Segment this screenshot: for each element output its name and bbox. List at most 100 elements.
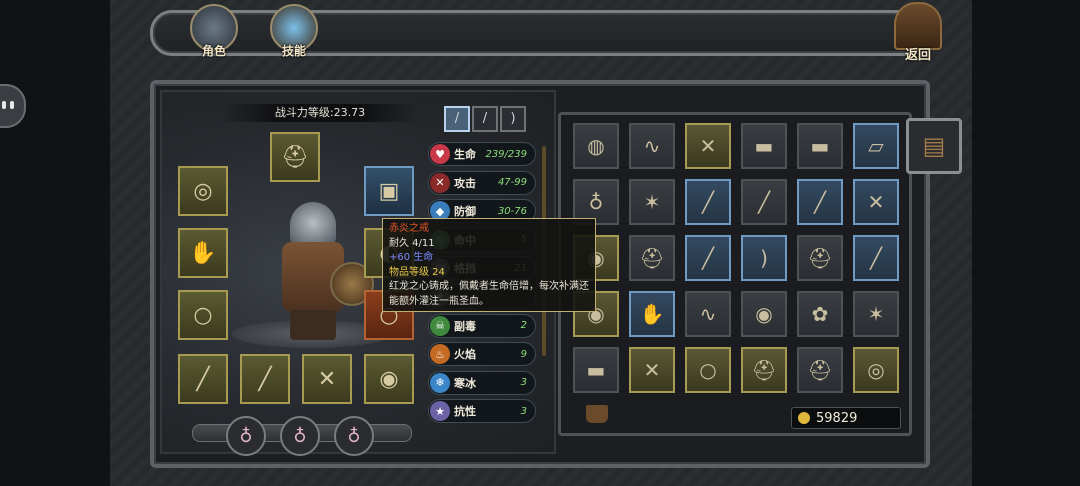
inventory-cell[interactable]: ✶ xyxy=(853,291,899,337)
stat-row: ✕ 攻击 47-99 xyxy=(428,170,536,195)
tooltip-item-level: 物品等级 24 xyxy=(389,266,445,278)
spear-icon: ╱ xyxy=(258,366,272,392)
mace-icon: ╱ xyxy=(196,366,210,392)
potion-icon: ♁ xyxy=(239,425,253,447)
backpack-tab[interactable]: ▤ xyxy=(906,118,962,174)
potion-icon: ♁ xyxy=(588,190,604,214)
stat-name: 防御 xyxy=(454,205,476,219)
inventory-cell[interactable]: ⛑ xyxy=(741,347,787,393)
stat-name: 火焰 xyxy=(454,348,476,362)
meat-icon: ▬ xyxy=(754,134,774,158)
gold-counter: 59829 xyxy=(791,407,901,429)
bow-tab-icon[interactable]: ) xyxy=(500,106,526,132)
inventory-cell[interactable]: ⛑ xyxy=(797,347,843,393)
stat-row: ♥ 生命 239/239 xyxy=(428,142,536,166)
armor-icon: ▣ xyxy=(378,178,400,204)
round-shield-icon: ◉ xyxy=(379,366,399,392)
crossbow-icon: ✕ xyxy=(643,358,661,382)
tooltip-durability: 耐久 4/11 xyxy=(389,237,435,249)
inventory-cell[interactable]: ╱ xyxy=(685,179,731,225)
inventory-cell[interactable]: ○ xyxy=(685,347,731,393)
tooltip-item-name: 赤炎之戒 xyxy=(389,223,429,234)
gloves-slot[interactable]: ✋ xyxy=(178,228,228,278)
inventory-cell[interactable]: ✕ xyxy=(629,347,675,393)
weapon-set-tabs: / /) xyxy=(444,106,528,132)
inventory-cell[interactable]: ✶ xyxy=(629,179,675,225)
sword-icon: ╱ xyxy=(757,190,771,214)
inventory-cell[interactable]: ╱ xyxy=(741,179,787,225)
item-tooltip: 赤炎之戒 耐久 4/11 +60 生命 物品等级 24 红龙之心铸成，佩戴者生命… xyxy=(382,218,596,312)
pouch-icon: ◍ xyxy=(587,134,605,158)
inventory-cell[interactable]: ✕ xyxy=(685,123,731,169)
potion-icon: ♁ xyxy=(293,425,307,447)
amulet-icon: ◎ xyxy=(867,358,885,382)
spear-icon: ╱ xyxy=(701,246,715,270)
crossbow-icon: ✕ xyxy=(317,366,337,392)
inventory-cell[interactable]: ∿ xyxy=(629,123,675,169)
combat-power-label: 战斗力等级:23.73 xyxy=(220,104,420,122)
stat-value: 239/239 xyxy=(485,148,527,160)
inventory-cell[interactable]: ⛑ xyxy=(797,235,843,281)
helmet-slot[interactable]: ⛑ xyxy=(270,132,320,182)
spear-tab-icon[interactable]: / xyxy=(472,106,498,132)
inventory-cell[interactable]: ▬ xyxy=(741,123,787,169)
inventory-cell[interactable]: ╱ xyxy=(685,235,731,281)
potion-slot-2[interactable]: ♁ xyxy=(280,416,320,456)
crossed-swords-icon: ✕ xyxy=(430,172,450,193)
stat-name: 生命 xyxy=(454,148,476,161)
stat-name: 副毒 xyxy=(454,319,476,333)
sword-icon: ╱ xyxy=(701,190,715,214)
inventory-cell[interactable]: ╱ xyxy=(797,179,843,225)
stat-row: ♨ 火焰 9 xyxy=(428,342,536,367)
armor-slot[interactable]: ▣ xyxy=(364,166,414,216)
inventory-cell[interactable]: ✋ xyxy=(629,291,675,337)
amulet-icon: ◎ xyxy=(193,178,213,204)
meat-icon: ▬ xyxy=(586,358,606,382)
pelt-icon: ✶ xyxy=(643,190,661,214)
shield-slot[interactable]: ◉ xyxy=(364,354,414,404)
inventory-cell[interactable]: ✿ xyxy=(797,291,843,337)
stat-row: ★ 抗性 3 xyxy=(428,399,536,424)
inventory-cell[interactable]: ✕ xyxy=(853,179,899,225)
inventory-cell[interactable]: ▬ xyxy=(797,123,843,169)
inventory-cell[interactable]: ) xyxy=(741,235,787,281)
inventory-cell[interactable]: ▬ xyxy=(573,347,619,393)
role-button[interactable]: 角色 xyxy=(186,4,242,60)
potion-slot-3[interactable]: ♁ xyxy=(334,416,374,456)
horn-icon: ∿ xyxy=(699,302,717,326)
sword-tab-icon[interactable]: / xyxy=(444,106,470,132)
stat-value: 30-76 xyxy=(497,205,527,217)
crossbow-icon: ✕ xyxy=(699,134,717,158)
star-icon: ★ xyxy=(430,401,450,422)
helmet-icon: ⛑ xyxy=(807,246,833,270)
inventory-cell[interactable]: ▱ xyxy=(853,123,899,169)
mace-slot[interactable]: ╱ xyxy=(178,354,228,404)
pickaxe-icon: ✕ xyxy=(867,190,885,214)
amulet-slot[interactable]: ◎ xyxy=(178,166,228,216)
gold-amount: 59829 xyxy=(816,410,858,426)
crossbow-slot[interactable]: ✕ xyxy=(302,354,352,404)
bow-icon: ) xyxy=(760,246,768,270)
inventory-cell[interactable]: ╱ xyxy=(853,235,899,281)
inventory-cell[interactable]: ◉ xyxy=(741,291,787,337)
floating-assist-button[interactable] xyxy=(0,84,26,128)
stat-name: 寒冰 xyxy=(454,376,476,390)
inventory-cell[interactable]: ∿ xyxy=(685,291,731,337)
skill-button[interactable]: 技能 xyxy=(266,4,322,60)
potion-slot-1[interactable]: ♁ xyxy=(226,416,266,456)
spear-slot[interactable]: ╱ xyxy=(240,354,290,404)
stat-row: ☠ 副毒 2 xyxy=(428,313,536,338)
stat-value: 2 xyxy=(520,320,527,332)
back-button[interactable]: 返回 xyxy=(888,2,948,68)
door-icon xyxy=(894,2,942,50)
ring-slot[interactable]: ○ xyxy=(178,290,228,340)
raw-meat-icon: ✿ xyxy=(811,302,829,326)
inventory-cell[interactable]: ⛑ xyxy=(629,235,675,281)
stat-name: 攻击 xyxy=(454,176,476,190)
poison-icon: ☠ xyxy=(430,315,450,336)
inventory-cell[interactable]: ◍ xyxy=(573,123,619,169)
stat-row: ❄ 寒冰 3 xyxy=(428,370,536,395)
pelt-icon: ✶ xyxy=(867,302,885,326)
stat-value: 9 xyxy=(520,348,527,360)
inventory-cell[interactable]: ◎ xyxy=(853,347,899,393)
